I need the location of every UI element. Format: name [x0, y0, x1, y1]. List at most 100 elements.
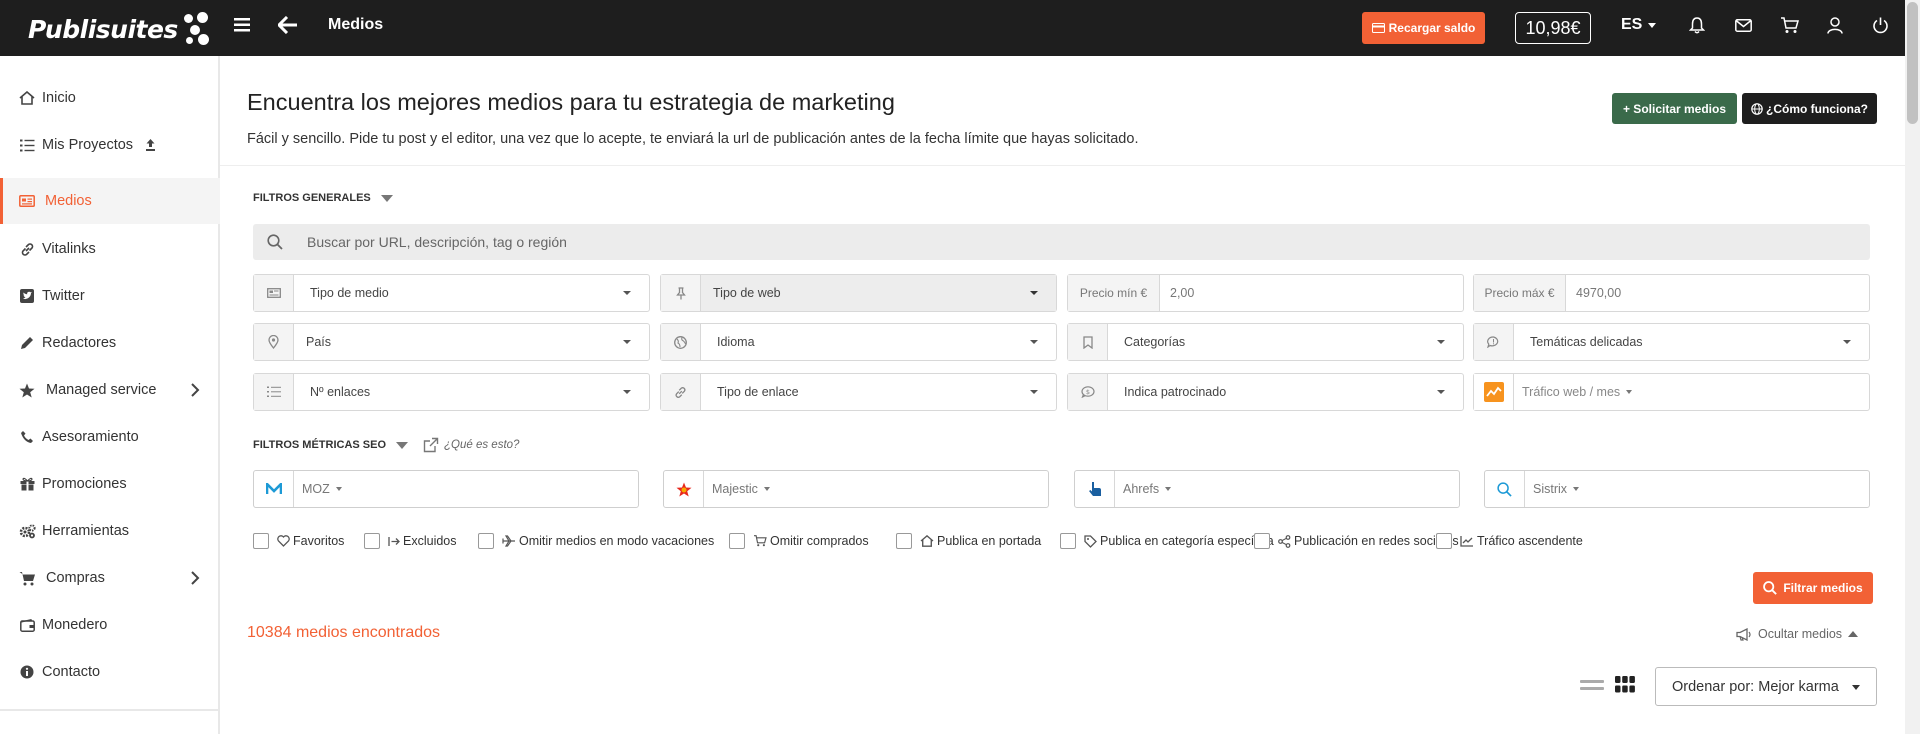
- favorites-checkbox[interactable]: Favoritos: [253, 533, 344, 549]
- caret-down-icon: [396, 441, 409, 449]
- sort-select[interactable]: Ordenar por: Mejor karma: [1655, 667, 1877, 706]
- list-view-icon[interactable]: [1580, 678, 1604, 696]
- bell-icon[interactable]: [1686, 14, 1708, 36]
- price-max-input[interactable]: Precio máx € 4970,00: [1473, 274, 1870, 312]
- sidebar-item-label: Compras: [46, 570, 105, 586]
- web-type-label: Tipo de web: [713, 286, 781, 300]
- omit-purchased-checkbox[interactable]: Omitir comprados: [729, 533, 869, 549]
- what-is-this-link[interactable]: ¿Qué es esto?: [423, 437, 519, 453]
- sidebar-item-compras[interactable]: Compras: [0, 555, 220, 601]
- country-select[interactable]: País: [253, 323, 650, 361]
- sidebar-item-label: Twitter: [42, 288, 85, 304]
- price-min-input[interactable]: Precio mín € 2,00: [1067, 274, 1464, 312]
- sort-label: Ordenar por: Mejor karma: [1672, 678, 1839, 695]
- sidebar-item-vitalinks[interactable]: Vitalinks: [0, 226, 220, 272]
- specific-category-checkbox[interactable]: Publica en categoría específica: [1060, 533, 1274, 549]
- publisuites-logo[interactable]: Publisuites: [28, 12, 214, 46]
- sidebar-item-twitter[interactable]: Twitter: [0, 273, 220, 319]
- caret-down-icon: [1573, 487, 1580, 491]
- scrollbar-thumb[interactable]: [1907, 2, 1918, 124]
- sensitive-topics-select[interactable]: Temáticas delicadas: [1473, 323, 1870, 361]
- checkbox[interactable]: [253, 533, 269, 549]
- grid-view-icon[interactable]: [1615, 676, 1635, 698]
- envelope-icon[interactable]: [1732, 14, 1754, 36]
- caret-down-icon: [623, 340, 631, 344]
- sistrix-label-group: Sistrix: [1533, 482, 1580, 496]
- sidebar-item-redactores[interactable]: Redactores: [0, 320, 220, 366]
- sistrix-select[interactable]: Sistrix: [1484, 470, 1870, 508]
- checkbox[interactable]: [1436, 533, 1452, 549]
- back-arrow-icon[interactable]: [277, 14, 299, 36]
- page-scrollbar[interactable]: [1905, 0, 1920, 734]
- excluded-checkbox[interactable]: Excluidos: [364, 533, 457, 549]
- sidebar-item-inicio[interactable]: Inicio: [0, 75, 220, 121]
- how-it-works-button[interactable]: ¿Cómo funciona?: [1742, 93, 1877, 124]
- majestic-select[interactable]: Majestic: [663, 470, 1049, 508]
- price-max-prefix: Precio máx €: [1474, 275, 1566, 311]
- language-selector[interactable]: ES: [1621, 16, 1657, 34]
- traffic-select[interactable]: Tráfico web / mes: [1473, 373, 1870, 411]
- categories-select[interactable]: Categorías: [1067, 323, 1464, 361]
- cart-icon[interactable]: [1778, 14, 1800, 36]
- hide-media-toggle[interactable]: Ocultar medios: [1736, 627, 1859, 641]
- chevron-right-icon: [190, 383, 204, 397]
- seo-filters-toggle[interactable]: FILTROS MÉTRICAS SEO: [253, 439, 409, 451]
- media-type-select[interactable]: Tipo de medio: [253, 274, 650, 312]
- checkbox[interactable]: [1060, 533, 1076, 549]
- sponsored-select[interactable]: $ Indica patrocinado: [1067, 373, 1464, 411]
- sidebar-item-medios[interactable]: Medios: [0, 178, 220, 224]
- general-filters-toggle[interactable]: FILTROS GENERALES: [253, 192, 393, 204]
- map-marker-icon: [254, 324, 294, 360]
- checkbox-label: Publicación en redes sociales: [1294, 534, 1459, 548]
- homepage-checkbox[interactable]: Publica en portada: [896, 533, 1041, 549]
- logo-dots-icon: [183, 12, 214, 46]
- list-icon: [18, 136, 36, 154]
- moz-select[interactable]: MOZ: [253, 470, 639, 508]
- rising-traffic-checkbox[interactable]: Tráfico ascendente: [1436, 533, 1583, 549]
- language-select[interactable]: Idioma: [660, 323, 1057, 361]
- web-type-select[interactable]: Tipo de web: [660, 274, 1057, 312]
- star-icon: [18, 381, 36, 399]
- cart-icon: [753, 535, 767, 547]
- checkbox[interactable]: [478, 533, 494, 549]
- what-is-this-label: ¿Qué es esto?: [444, 439, 520, 451]
- price-min-value: 2,00: [1170, 286, 1195, 300]
- seo-filters-title: FILTROS MÉTRICAS SEO: [253, 439, 387, 451]
- sidebar-item-asesoramiento[interactable]: Asesoramiento: [0, 414, 220, 460]
- balance-display[interactable]: 10,98€: [1515, 12, 1591, 44]
- recharge-balance-button[interactable]: Recargar saldo: [1362, 12, 1485, 44]
- link-count-select[interactable]: Nº enlaces: [253, 373, 650, 411]
- sidebar-item-contacto[interactable]: Contacto: [0, 649, 220, 695]
- ahrefs-select[interactable]: Ahrefs: [1074, 470, 1460, 508]
- caret-up-icon: [1848, 631, 1859, 637]
- sidebar-item-monedero[interactable]: Monedero: [0, 602, 220, 648]
- price-max-value: 4970,00: [1576, 286, 1622, 300]
- hamburger-menu-icon[interactable]: [231, 14, 253, 36]
- search-input[interactable]: Buscar por URL, descripción, tag o regió…: [253, 224, 1870, 260]
- sidebar-item-label: Promociones: [42, 476, 127, 492]
- cogs-icon: [18, 522, 36, 540]
- sidebar-item-label: Medios: [45, 193, 92, 209]
- power-icon[interactable]: [1869, 14, 1891, 36]
- user-icon[interactable]: [1824, 14, 1846, 36]
- majestic-label-group: Majestic: [712, 482, 770, 496]
- sidebar-item-mis-proyectos[interactable]: Mis Proyectos: [0, 122, 220, 168]
- filter-media-button[interactable]: Filtrar medios: [1753, 572, 1873, 604]
- link-type-select[interactable]: Tipo de enlace: [660, 373, 1057, 411]
- tag-icon: [1084, 534, 1097, 548]
- checkbox[interactable]: [896, 533, 912, 549]
- sidebar-item-managed-service[interactable]: Managed service: [0, 367, 220, 413]
- pencil-icon: [18, 334, 36, 352]
- request-media-button[interactable]: + Solicitar medios: [1612, 93, 1737, 124]
- checkbox[interactable]: [729, 533, 745, 549]
- sidebar-item-label: Mis Proyectos: [42, 137, 134, 153]
- sidebar-item-promociones[interactable]: Promociones: [0, 461, 220, 507]
- traffic-label: Tráfico web / mes: [1522, 385, 1621, 399]
- vacation-mode-checkbox[interactable]: Omitir medios en modo vacaciones: [478, 533, 714, 549]
- social-media-checkbox[interactable]: Publicación en redes sociales: [1254, 533, 1459, 549]
- sidebar-item-label: Vitalinks: [42, 241, 96, 257]
- checkbox[interactable]: [1254, 533, 1270, 549]
- checkbox[interactable]: [364, 533, 380, 549]
- caret-down-icon: [380, 194, 393, 202]
- sidebar-item-herramientas[interactable]: Herramientas: [0, 508, 220, 554]
